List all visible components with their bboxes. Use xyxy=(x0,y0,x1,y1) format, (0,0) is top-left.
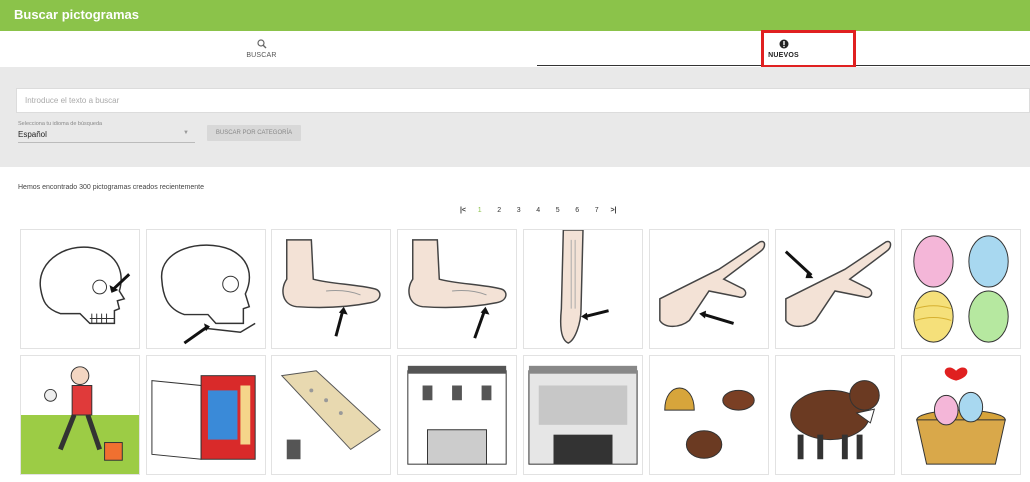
hand-knuckle-pictogram[interactable] xyxy=(649,229,769,349)
bell-rabbit-hen-pictogram[interactable] xyxy=(649,355,769,475)
lamb-pictogram[interactable] xyxy=(775,355,895,475)
skull-mandible-pictogram[interactable] xyxy=(146,229,266,349)
building-facade-pictogram[interactable] xyxy=(397,355,517,475)
language-label: Selecciona tu idioma de búsqueda xyxy=(18,121,103,127)
language-select[interactable]: Español ▼ xyxy=(18,130,195,143)
app-header: Buscar pictogramas xyxy=(0,0,1030,31)
girl-sports-pictogram[interactable] xyxy=(20,355,140,475)
mattress-pictogram[interactable] xyxy=(271,355,391,475)
search-field[interactable] xyxy=(16,88,1030,113)
egg-basket-pictogram[interactable] xyxy=(901,355,1021,475)
interactive-book-pictogram[interactable] xyxy=(146,355,266,475)
page-3[interactable]: 3 xyxy=(509,207,529,214)
foot-sole-pictogram[interactable] xyxy=(271,229,391,349)
category-search-button[interactable]: BUSCAR POR CATEGORÍA xyxy=(207,125,301,141)
tab-buscar-label: BUSCAR xyxy=(246,52,277,59)
skull-jaw-pictogram[interactable] xyxy=(20,229,140,349)
page-6[interactable]: 6 xyxy=(568,207,588,214)
page-1[interactable]: 1 xyxy=(470,207,490,214)
page-4[interactable]: 4 xyxy=(529,207,549,214)
foot-toe-pictogram[interactable] xyxy=(397,229,517,349)
results-count: Hemos encontrado 300 pictogramas creados… xyxy=(18,184,204,191)
page-2[interactable]: 2 xyxy=(490,207,510,214)
tab-buscar[interactable]: BUSCAR xyxy=(0,31,523,67)
last-page-button[interactable]: >| xyxy=(607,207,621,214)
highlight-box xyxy=(761,30,856,68)
hand-finger-pictogram[interactable] xyxy=(775,229,895,349)
pagination: |< 1 2 3 4 5 6 7 >| xyxy=(456,204,621,216)
chevron-down-icon: ▼ xyxy=(183,130,189,136)
tab-bar: BUSCAR NUEVOS xyxy=(0,31,1030,67)
easter-eggs-pictogram[interactable] xyxy=(901,229,1021,349)
theater-building-pictogram[interactable] xyxy=(523,355,643,475)
page-7[interactable]: 7 xyxy=(587,207,607,214)
first-page-button[interactable]: |< xyxy=(456,207,470,214)
language-value: Español xyxy=(18,130,47,139)
search-input[interactable] xyxy=(17,89,987,112)
search-panel xyxy=(0,67,1030,167)
search-icon xyxy=(256,39,266,49)
leg-ankle-pictogram[interactable] xyxy=(523,229,643,349)
page-5[interactable]: 5 xyxy=(548,207,568,214)
page-title: Buscar pictogramas xyxy=(14,7,139,22)
